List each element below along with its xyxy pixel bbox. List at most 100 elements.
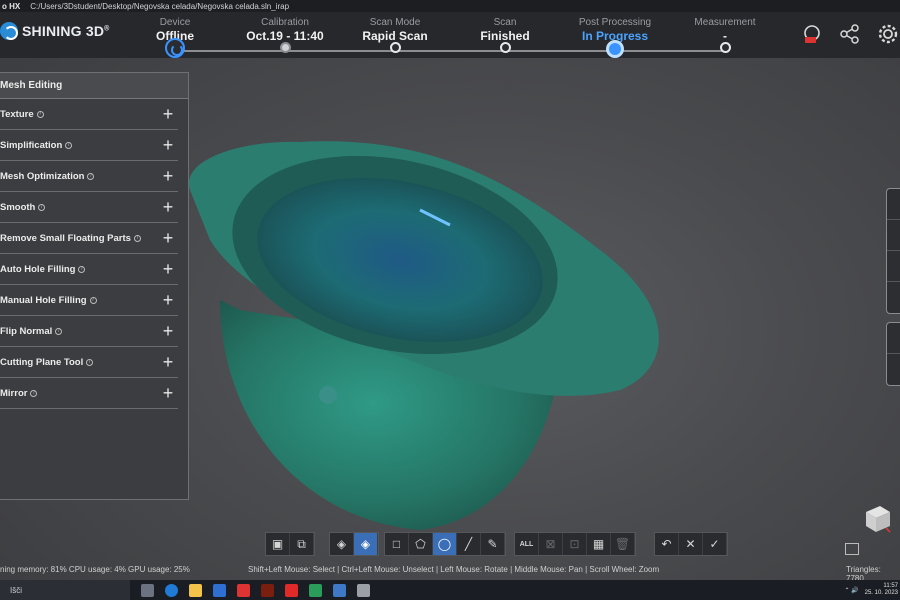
expand-plus-icon[interactable]: +	[158, 135, 178, 156]
panel-item-flip-normal[interactable]: Flip Normal i +	[0, 316, 178, 347]
workflow-steps: Device Offline Calibration Oct.19 - 11:4…	[130, 16, 790, 58]
right-tab-3[interactable]	[887, 251, 900, 282]
settings-icon[interactable]	[876, 22, 900, 46]
photos-app-icon[interactable]	[309, 583, 322, 597]
expand-plus-icon[interactable]: +	[158, 259, 178, 280]
title-bar: o HX C:/Users/3Dstudent/Desktop/Negovska…	[0, 0, 900, 12]
mail-icon[interactable]	[213, 583, 226, 597]
system-tray: ⌃ 🔊 11:57 25. 10. 2023	[844, 580, 900, 600]
expand-plus-icon[interactable]: +	[158, 166, 178, 187]
lasso-select-icon[interactable]: ◯	[433, 533, 457, 555]
info-icon[interactable]: i	[89, 296, 97, 304]
illustrator-icon[interactable]	[261, 583, 274, 597]
support-icon[interactable]	[800, 22, 824, 46]
step-scan[interactable]: Scan Finished	[450, 16, 560, 53]
panel-item-simplification[interactable]: Simplification i +	[0, 130, 178, 161]
logo: SHINING 3D®	[0, 22, 109, 40]
edge-icon[interactable]	[165, 583, 178, 597]
confirm-icon[interactable]: ✓	[703, 533, 727, 555]
right-tab-5[interactable]	[887, 323, 900, 354]
line-select-icon[interactable]: ╱	[457, 533, 481, 555]
unselect-icon[interactable]: ⊠	[539, 533, 563, 555]
share-icon[interactable]	[838, 22, 862, 46]
expand-plus-icon[interactable]: +	[158, 228, 178, 249]
overlay-icon[interactable]: ⧉	[290, 533, 314, 555]
misc-app-icon[interactable]	[357, 583, 370, 597]
fit-view-icon[interactable]	[845, 543, 859, 555]
panel-item-auto-hole-filling[interactable]: Auto Hole Filling i +	[0, 254, 178, 285]
panel-item-mesh-optimization[interactable]: Mesh Optimization i +	[0, 161, 178, 192]
select-all-button[interactable]: ALL	[515, 533, 539, 555]
right-tab-1[interactable]	[887, 189, 900, 220]
tray-icons[interactable]: ⌃ 🔊	[844, 587, 858, 594]
layers-selected-icon[interactable]: ◈	[354, 533, 378, 555]
view-cube-icon[interactable]	[862, 502, 892, 534]
rect-select-icon[interactable]: □	[385, 533, 409, 555]
taskbar-search[interactable]: Išči	[0, 580, 130, 600]
step-measurement[interactable]: Measurement -	[670, 16, 780, 53]
info-icon[interactable]: i	[133, 234, 141, 242]
panel-item-label: Mirror	[0, 387, 28, 399]
toolbar-selection: □ ⬠ ◯ ╱ ✎	[384, 532, 506, 556]
panel-item-manual-hole-filling[interactable]: Manual Hole Filling i +	[0, 285, 178, 316]
step-dot[interactable]	[720, 42, 731, 53]
step-device[interactable]: Device Offline	[120, 16, 230, 58]
expand-plus-icon[interactable]: +	[158, 290, 178, 311]
panel-item-remove-small-floating-parts[interactable]: Remove Small Floating Parts i +	[0, 223, 178, 254]
polygon-select-icon[interactable]: ⬠	[409, 533, 433, 555]
expand-plus-icon[interactable]: +	[158, 352, 178, 373]
delete-icon[interactable]: 🗑	[611, 533, 635, 555]
info-icon[interactable]: i	[55, 327, 63, 335]
undo-icon[interactable]: ↶	[655, 533, 679, 555]
file-explorer-icon[interactable]	[189, 583, 202, 597]
right-tab-4[interactable]	[887, 282, 900, 313]
info-icon[interactable]: i	[36, 110, 44, 118]
info-icon[interactable]: i	[38, 203, 46, 211]
video-app-icon[interactable]	[285, 583, 298, 597]
helmet-3d-model[interactable]	[180, 120, 680, 540]
step-dot-active[interactable]	[606, 40, 624, 58]
brush-select-icon[interactable]: ✎	[481, 533, 505, 555]
right-tab-2[interactable]	[887, 220, 900, 251]
info-icon[interactable]: i	[87, 172, 95, 180]
step-label: Post Processing	[578, 17, 652, 28]
panel-item-label: Simplification	[0, 139, 63, 151]
panel-item-smooth[interactable]: Smooth i +	[0, 192, 178, 223]
panel-item-texture[interactable]: Texture i +	[0, 99, 178, 130]
right-tool-tabs-bottom	[886, 322, 900, 386]
step-label: Device	[159, 17, 191, 28]
step-calibration[interactable]: Calibration Oct.19 - 11:40	[230, 16, 340, 53]
header-icons	[800, 22, 900, 46]
step-scan-mode[interactable]: Scan Mode Rapid Scan	[340, 16, 450, 53]
task-view-icon[interactable]	[141, 583, 154, 597]
panel-item-mirror[interactable]: Mirror i +	[0, 378, 178, 409]
info-icon[interactable]: i	[86, 358, 94, 366]
step-dot[interactable]	[500, 42, 511, 53]
panel-item-cutting-plane-tool[interactable]: Cutting Plane Tool i +	[0, 347, 178, 378]
right-tab-6[interactable]	[887, 354, 900, 385]
cancel-icon[interactable]: ✕	[679, 533, 703, 555]
step-dot[interactable]	[390, 42, 401, 53]
clock[interactable]: 11:57 25. 10. 2023	[865, 583, 898, 597]
logo-text: SHINING 3D	[22, 23, 105, 39]
status-system-usage: ning memory: 81% CPU usage: 4% GPU usage…	[0, 565, 190, 574]
panel-item-label: Flip Normal	[0, 325, 53, 337]
expand-plus-icon[interactable]: +	[158, 321, 178, 342]
workflow-line	[175, 50, 725, 52]
expand-plus-icon[interactable]: +	[158, 197, 178, 218]
select-connected-icon[interactable]: ▦	[587, 533, 611, 555]
invert-select-icon[interactable]: ⊡	[563, 533, 587, 555]
step-dot[interactable]	[280, 42, 291, 53]
shining3d-app-icon[interactable]	[333, 583, 346, 597]
acrobat-icon[interactable]	[237, 583, 250, 597]
info-icon[interactable]: i	[30, 389, 38, 397]
step-device-icon[interactable]	[165, 38, 185, 58]
info-icon[interactable]: i	[78, 265, 86, 273]
expand-plus-icon[interactable]: +	[158, 104, 178, 125]
step-post-processing[interactable]: Post Processing In Progress	[560, 16, 670, 58]
view-mode-icon[interactable]: ▣	[266, 533, 290, 555]
layers-icon[interactable]: ◈	[330, 533, 354, 555]
info-icon[interactable]: i	[65, 141, 73, 149]
step-value: Oct.19 - 11:40	[246, 29, 324, 43]
expand-plus-icon[interactable]: +	[158, 383, 178, 404]
